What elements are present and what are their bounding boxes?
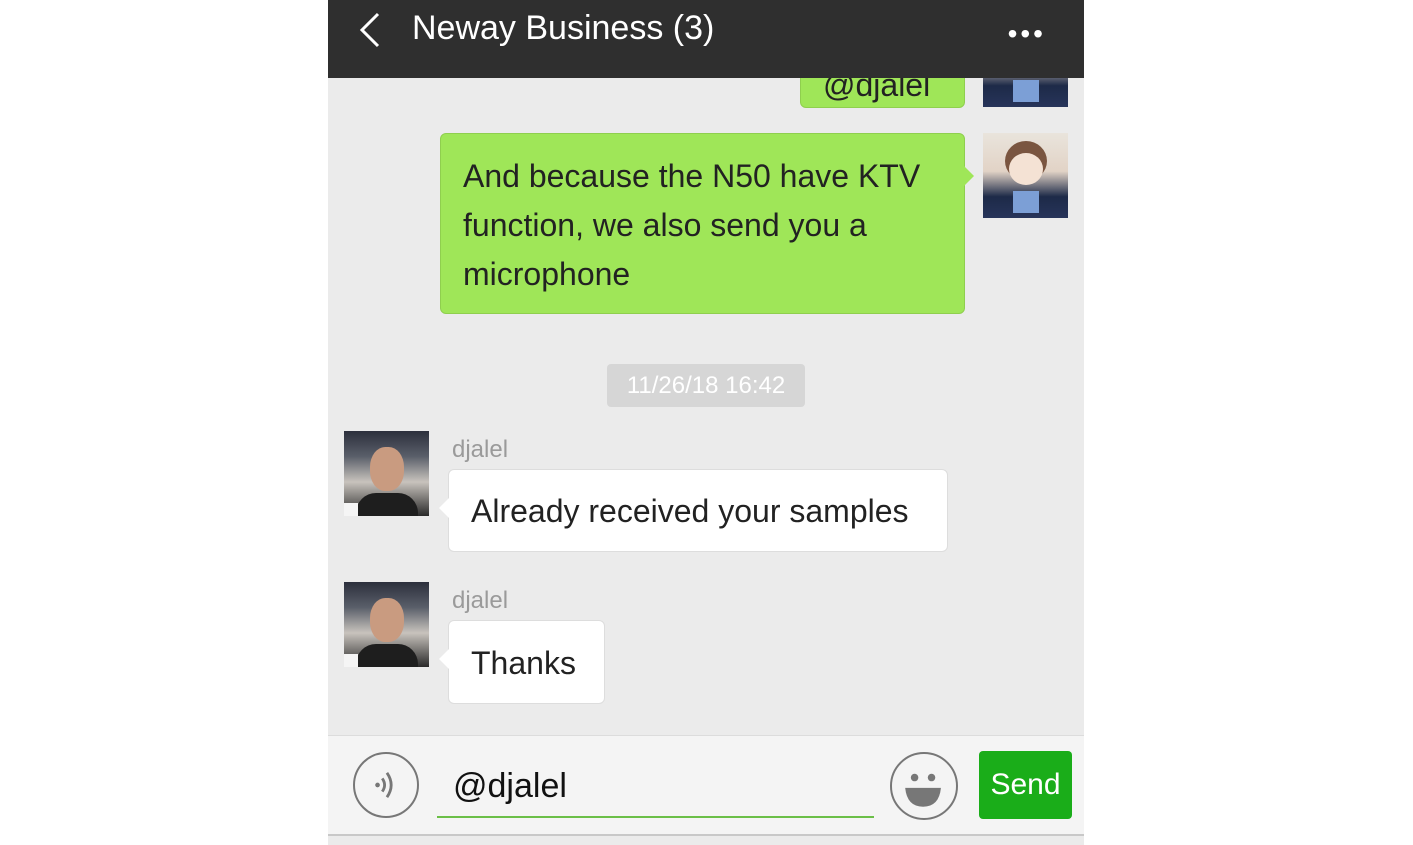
more-dots-icon[interactable]: ••• [1008, 18, 1046, 50]
chat-screen: Neway Business (3) ••• @djalel And becau… [328, 0, 1084, 845]
voice-icon[interactable] [353, 752, 419, 818]
emoji-icon[interactable] [890, 752, 958, 820]
message-bubble-outgoing[interactable]: And because the N50 have KTV function, w… [440, 133, 974, 314]
avatar[interactable] [983, 133, 1068, 218]
message-text: Thanks [471, 645, 576, 681]
send-button[interactable]: Send [979, 751, 1072, 819]
header-bar: Neway Business (3) ••• [328, 0, 1084, 78]
avatar[interactable] [344, 582, 429, 667]
message-text: And because the N50 have KTV function, w… [463, 158, 921, 292]
timestamp: 11/26/18 16:42 [607, 364, 805, 407]
chat-title: Neway Business (3) [412, 9, 715, 47]
sender-name: djalel [452, 587, 509, 614]
message-input[interactable]: @djalel [437, 754, 874, 818]
message-text: Already received your samples [471, 493, 909, 529]
avatar[interactable] [344, 431, 429, 516]
back-chevron-icon[interactable] [356, 10, 386, 50]
message-bubble-incoming[interactable]: Thanks [439, 620, 605, 704]
input-bar: @djalel Send [328, 735, 1084, 836]
sender-name: djalel [452, 436, 509, 463]
message-bubble-incoming[interactable]: Already received your samples [439, 469, 948, 552]
